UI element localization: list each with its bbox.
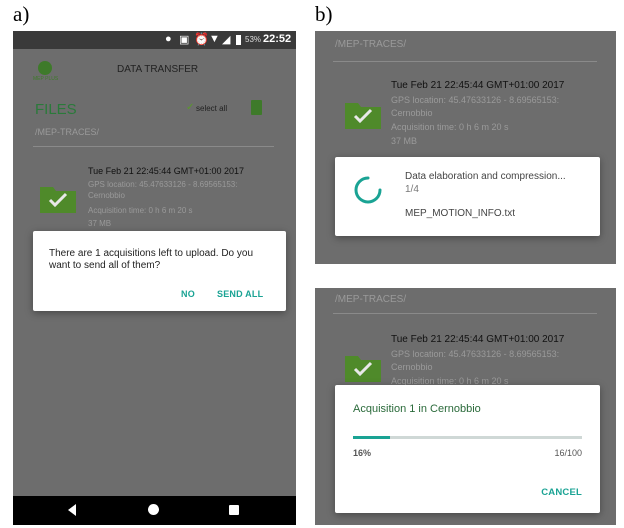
app-logo-text: MEP PLUS [33,76,59,82]
no-button[interactable]: NO [181,289,195,299]
trace-gps: GPS location: 45.47633126 - 8.69565153: [391,349,560,359]
recents-icon[interactable] [229,505,239,515]
panel-label-a: a) [13,2,30,26]
progress-count: 16/100 [554,448,582,458]
phone-screen-b-top: /MEP-TRACES/ Tue Feb 21 22:45:44 GMT+01:… [315,31,616,264]
files-title: FILES [35,101,77,118]
progress-dialog: Acquisition 1 in Cernobbio 16% 16/100 CA… [335,385,600,513]
trace-date[interactable]: Tue Feb 21 22:45:44 GMT+01:00 2017 [88,166,244,176]
trash-icon[interactable] [251,100,262,115]
send-all-button[interactable]: SEND ALL [217,289,263,299]
trace-size: 37 MB [88,219,112,228]
folder-path: /MEP-TRACES/ [35,127,100,137]
app-logo-icon [38,61,52,75]
path-divider [333,61,597,62]
progress-percent: 16% [353,448,372,458]
path-divider [333,313,597,314]
loading-spinner-icon [354,176,382,204]
folder-path: /MEP-TRACES/ [335,39,407,50]
select-all-checkbox[interactable]: ✓ [186,102,194,113]
trace-place: Cernobbio [391,108,433,118]
processing-step: 1/4 [405,184,419,195]
trace-gps: GPS location: 45.47633126 - 8.69565153: [391,95,560,105]
path-divider [33,146,274,147]
progress-fill [353,436,390,439]
alarm-icon: ⏰ [194,32,209,46]
processing-filename: MEP_MOTION_INFO.txt [405,208,516,219]
home-icon[interactable] [148,504,159,515]
panel-label-b: b) [315,2,333,26]
trace-acq-time: Acquisition time: 0 h 6 m 20 s [391,122,509,132]
processing-status: Data elaboration and compression... [405,171,566,182]
trace-acq-time: Acquisition time: 0 h 6 m 20 s [88,206,193,215]
folder-icon[interactable] [345,99,381,129]
upload-dialog-message: There are 1 acquisitions left to upload.… [49,248,254,271]
trace-place: Cernobbio [88,191,125,200]
trace-date[interactable]: Tue Feb 21 22:45:44 GMT+01:00 2017 [391,80,564,91]
upload-dialog: There are 1 acquisitions left to upload.… [33,231,286,311]
signal-icon: ◢ [222,34,231,46]
processing-dialog: Data elaboration and compression... 1/4 … [335,157,600,236]
folder-icon[interactable] [40,183,76,213]
status-bar: ● ▣ ⏰ ▼ ◢ 53% 22:52 [13,31,296,49]
phone-screen-b-bottom: /MEP-TRACES/ Tue Feb 21 22:45:44 GMT+01:… [315,288,616,525]
navigation-bar [13,496,296,525]
select-all-label[interactable]: select all [196,104,227,113]
vibrate-icon: ▣ [179,34,190,46]
folder-path: /MEP-TRACES/ [335,294,407,305]
clock-time: 22:52 [263,33,292,45]
trace-date[interactable]: Tue Feb 21 22:45:44 GMT+01:00 2017 [391,334,564,345]
battery-percent: 53% [245,35,262,44]
trace-gps: GPS location: 45.47633126 - 8.69565153: [88,180,238,189]
page-title: DATA TRANSFER [117,64,199,75]
battery-icon [236,35,241,45]
progress-dialog-title: Acquisition 1 in Cernobbio [353,403,481,415]
cancel-button[interactable]: CANCEL [541,487,582,498]
progress-track [353,436,582,439]
wifi-icon: ▼ [209,33,220,45]
trace-place: Cernobbio [391,362,433,372]
location-icon: ● [165,33,172,45]
trace-size: 37 MB [391,136,418,146]
phone-screen-a: ● ▣ ⏰ ▼ ◢ 53% 22:52 MEP PLUS DATA TRANSF… [13,31,296,525]
back-icon[interactable] [68,504,76,516]
folder-icon[interactable] [345,352,381,382]
